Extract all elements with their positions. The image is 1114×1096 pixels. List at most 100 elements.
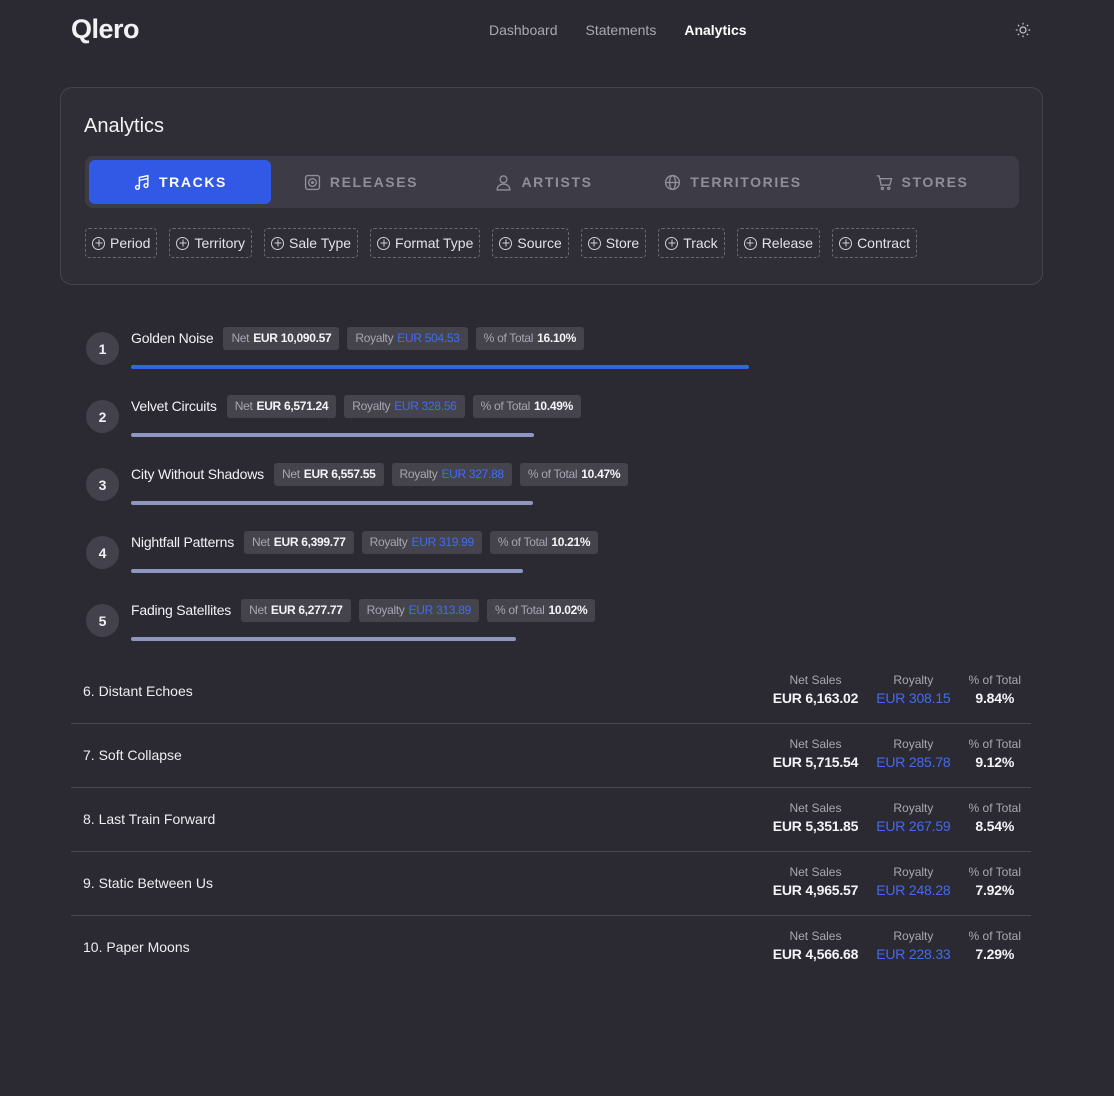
pct-value: 8.54% [975,818,1015,834]
net-value: EUR 6,399.77 [273,535,346,549]
net-label: Net [249,603,267,617]
tab-stores[interactable]: STORES [829,160,1015,204]
filter-label: Period [110,235,151,251]
theme-toggle-button[interactable] [1013,20,1033,40]
royalty-pill: Royalty EUR 504.53 [347,326,468,350]
filter-sale-type[interactable]: Sale Type [264,228,359,258]
filter-label: Store [605,235,640,251]
net-pill: Net EUR 10,090.57 [223,326,340,350]
net-sales-value: EUR 4,965.57 [772,882,859,898]
track-row[interactable]: 8. Last Train Forward Net Sales EUR 5,351.… [71,788,1031,852]
share-bar [131,569,523,573]
filter-format-type[interactable]: Format Type [370,228,481,258]
filter-label: Contract [857,235,910,251]
pct-label: % of Total [494,603,545,617]
pct-label: % of Total [968,865,1021,879]
pct-value: 9.12% [975,754,1015,770]
pct-stat: % of Total 9.12% [969,737,1021,770]
track-row[interactable]: 10. Paper Moons Net Sales EUR 4,566.68 Roya… [71,916,1031,980]
pct-label: % of Total [968,673,1021,687]
net-value: EUR 10,090.57 [253,331,332,345]
tab-tracks[interactable]: TRACKS [89,160,271,204]
pct-stat: % of Total 7.92% [969,865,1021,898]
filter-label: Sale Type [289,235,352,251]
filter-source[interactable]: Source [492,228,569,258]
tab-releases[interactable]: RELEASES [271,160,451,204]
royalty-stat: Royalty EUR 285.78 [876,737,950,770]
net-pill: Net EUR 6,571.24 [226,394,337,418]
pct-label: % of Total [968,737,1021,751]
royalty-value: EUR 313.89 [408,603,472,617]
pct-value: 10.02% [548,603,588,617]
net-sales-label: Net Sales [789,801,842,815]
net-value: EUR 6,277.77 [270,603,343,617]
top-track-info: Fading Satellites Net EUR 6,277.77 Royalty E… [131,598,596,622]
tab-label: RELEASES [329,174,419,190]
net-sales-label: Net Sales [789,673,842,687]
top-track-item[interactable]: 5 Fading Satellites Net EUR 6,277.77 Royalty… [86,598,986,666]
filter-label: Release [761,235,814,251]
tab-territories[interactable]: TERRITORIES [637,160,829,204]
net-sales-value: EUR 5,351.85 [772,818,859,834]
royalty-pill: Royalty EUR 313.89 [358,598,479,622]
filter-period[interactable]: Period [85,228,158,258]
net-sales-stat: Net Sales EUR 6,163.02 [773,673,859,706]
royalty-value: EUR 328.56 [394,399,457,413]
royalty-stat: Royalty EUR 267.59 [876,801,950,834]
royalty-label: Royalty [893,865,934,879]
net-sales-stat: Net Sales EUR 5,351.85 [773,801,859,834]
track-stats: Net Sales EUR 5,715.54 Royalty EUR 285.78 % … [773,737,1021,770]
rank-badge: 3 [86,468,119,501]
app-logo[interactable]: Qlero [71,14,140,45]
royalty-pill: Royalty EUR 328.56 [344,394,465,418]
share-bar [131,637,516,641]
net-sales-value: EUR 6,163.02 [772,690,859,706]
top-track-item[interactable]: 3 City Without Shadows Net EUR 6,557.55 Roya… [86,462,986,530]
top-track-info: City Without Shadows Net EUR 6,557.55 Royal… [131,462,629,486]
filter-label: Territory [194,235,246,251]
net-sales-value: EUR 4,566.68 [772,946,859,962]
track-row[interactable]: 9. Static Between Us Net Sales EUR 4,965.5… [71,852,1031,916]
royalty-label: Royalty [399,467,438,481]
track-row[interactable]: 6. Distant Echoes Net Sales EUR 6,163.02 Ro… [71,660,1031,724]
pct-pill: % of Total 10.02% [486,598,596,622]
royalty-label: Royalty [352,399,391,413]
pct-label: % of Total [497,535,548,549]
page-title: Analytics [84,115,165,137]
plus-circle-icon [499,236,513,250]
royalty-label: Royalty [893,929,934,943]
pct-label: % of Total [483,331,534,345]
tab-label: ARTISTS [521,174,593,190]
net-sales-stat: Net Sales EUR 4,566.68 [773,929,859,962]
top-track-item[interactable]: 2 Velvet Circuits Net EUR 6,571.24 Royalty EU… [86,394,986,462]
pct-stat: % of Total 7.29% [969,929,1021,962]
track-name: 10. Paper Moons [83,939,190,955]
filter-contract[interactable]: Contract [832,228,917,258]
filter-store[interactable]: Store [580,228,647,258]
other-tracks-list: 6. Distant Echoes Net Sales EUR 6,163.02 Ro… [71,660,1031,980]
plus-circle-icon [377,236,391,250]
nav-analytics[interactable]: Analytics [684,22,746,38]
filter-territory[interactable]: Territory [169,228,253,258]
track-name: 9. Static Between Us [83,875,213,891]
top-track-item[interactable]: 4 Nightfall Patterns Net EUR 6,399.77 Royalt… [86,530,986,598]
pct-label: % of Total [968,801,1021,815]
pct-value: 10.47% [581,467,621,481]
share-bar [131,365,749,369]
nav-statements[interactable]: Statements [586,22,657,38]
sun-icon [1015,22,1031,38]
globe-icon [665,174,681,190]
filter-track[interactable]: Track [658,228,725,258]
track-row[interactable]: 7. Soft Collapse Net Sales EUR 5,715.54 Roy… [71,724,1031,788]
plus-circle-icon [839,236,853,250]
filter-release[interactable]: Release [736,228,821,258]
royalty-label: Royalty [369,535,408,549]
nav-dashboard[interactable]: Dashboard [489,22,558,38]
plus-circle-icon [743,236,757,250]
plus-circle-icon [665,236,679,250]
royalty-stat: Royalty EUR 248.28 [876,865,950,898]
main-nav: Dashboard Statements Analytics [489,22,747,38]
top-track-item[interactable]: 1 Golden Noise Net EUR 10,090.57 Royalty EUR … [86,326,986,394]
top-track-info: Golden Noise Net EUR 10,090.57 Royalty EUR 5… [131,326,585,350]
tab-artists[interactable]: ARTISTS [451,160,637,204]
